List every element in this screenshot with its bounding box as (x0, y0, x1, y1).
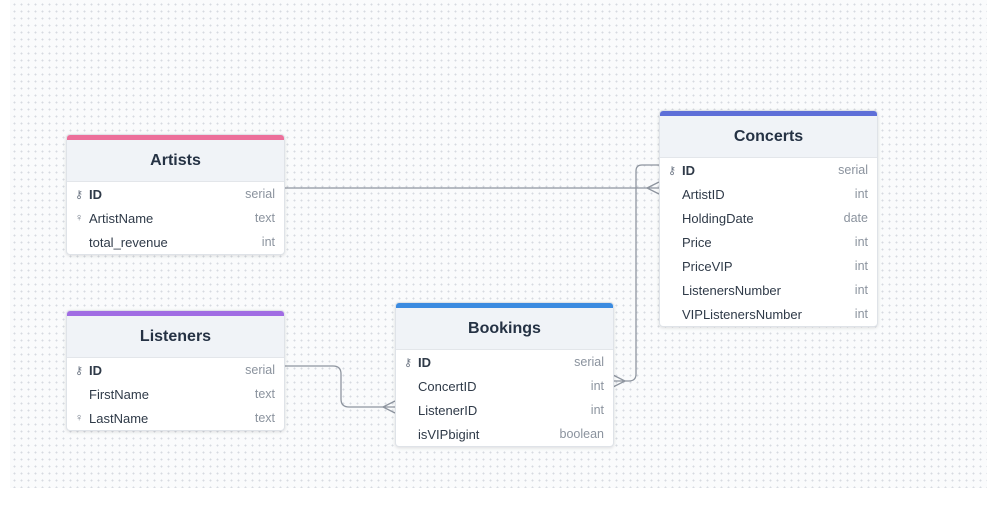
field-name: HoldingDate (682, 210, 754, 226)
field-type: serial (574, 355, 604, 369)
field-row[interactable]: ⚷ ID serial (67, 358, 284, 382)
field-type: text (254, 411, 275, 425)
key-icon: ⚷ (668, 164, 677, 177)
field-list: ⚷ ID serial ArtistID int HoldingDate date Price… (660, 158, 877, 326)
field-name: total_revenue (89, 234, 168, 250)
field-row[interactable]: ⚷ ID serial (660, 158, 877, 182)
field-name: ArtistID (682, 186, 725, 202)
field-row[interactable]: total_revenue int (67, 230, 284, 254)
field-name: ID (682, 162, 695, 178)
key-icon: ⚷ (75, 364, 84, 377)
field-row[interactable]: ListenersNumber int (660, 278, 877, 302)
table-concerts[interactable]: Concerts ⚷ ID serial ArtistID int HoldingDate… (659, 110, 878, 327)
field-name: ID (418, 354, 431, 370)
field-name: FirstName (89, 386, 149, 402)
field-type: int (854, 187, 868, 201)
field-name: ListenerID (418, 402, 478, 418)
field-type: int (854, 283, 868, 297)
field-type: serial (245, 363, 275, 377)
field-type: text (254, 387, 275, 401)
key-icon: ⚷ (75, 188, 84, 201)
field-row[interactable]: ConcertID int (396, 374, 613, 398)
field-row[interactable]: Price int (660, 230, 877, 254)
field-name: ID (89, 362, 102, 378)
field-row[interactable]: VIPListenersNumber int (660, 302, 877, 326)
field-row[interactable]: ArtistID int (660, 182, 877, 206)
field-row[interactable]: PriceVIP int (660, 254, 877, 278)
field-type: serial (245, 187, 275, 201)
field-type: int (854, 259, 868, 273)
field-list: ⚷ ID serial ♀ ArtistName text total_revenue int (67, 182, 284, 254)
field-name: ConcertID (418, 378, 477, 394)
field-type: boolean (559, 427, 605, 441)
unique-icon: ♀ (75, 412, 84, 424)
field-type: date (843, 211, 868, 225)
field-type: int (854, 235, 868, 249)
field-type: int (261, 235, 275, 249)
table-title[interactable]: Listeners (67, 316, 284, 358)
field-name: ListenersNumber (682, 282, 781, 298)
field-row[interactable]: ListenerID int (396, 398, 613, 422)
field-row[interactable]: HoldingDate date (660, 206, 877, 230)
field-row[interactable]: ⚷ ID serial (396, 350, 613, 374)
table-title[interactable]: Artists (67, 140, 284, 182)
field-type: int (590, 403, 604, 417)
field-row[interactable]: ♀ LastName text (67, 406, 284, 430)
table-title[interactable]: Bookings (396, 308, 613, 350)
table-bookings[interactable]: Bookings ⚷ ID serial ConcertID int ListenerID… (395, 302, 614, 447)
field-row[interactable]: ⚷ ID serial (67, 182, 284, 206)
field-type: int (854, 307, 868, 321)
table-title[interactable]: Concerts (660, 116, 877, 158)
field-name: LastName (89, 410, 149, 426)
field-name: VIPListenersNumber (682, 306, 802, 322)
field-row[interactable]: ♀ ArtistName text (67, 206, 284, 230)
field-type: text (254, 211, 275, 225)
field-type: serial (838, 163, 868, 177)
field-list: ⚷ ID serial ConcertID int ListenerID int isVIPb… (396, 350, 613, 446)
field-name: PriceVIP (682, 258, 733, 274)
field-list: ⚷ ID serial FirstName text ♀ LastName text (67, 358, 284, 430)
field-name: ID (89, 186, 102, 202)
table-artists[interactable]: Artists ⚷ ID serial ♀ ArtistName text total_re… (66, 134, 285, 255)
key-icon: ⚷ (404, 356, 413, 369)
table-listeners[interactable]: Listeners ⚷ ID serial FirstName text ♀ LastNam… (66, 310, 285, 431)
field-row[interactable]: isVIPbigint boolean (396, 422, 613, 446)
unique-icon: ♀ (75, 212, 84, 224)
field-name: isVIPbigint (418, 426, 480, 442)
field-name: ArtistName (89, 210, 154, 226)
field-type: int (590, 379, 604, 393)
field-name: Price (682, 234, 712, 250)
field-row[interactable]: FirstName text (67, 382, 284, 406)
